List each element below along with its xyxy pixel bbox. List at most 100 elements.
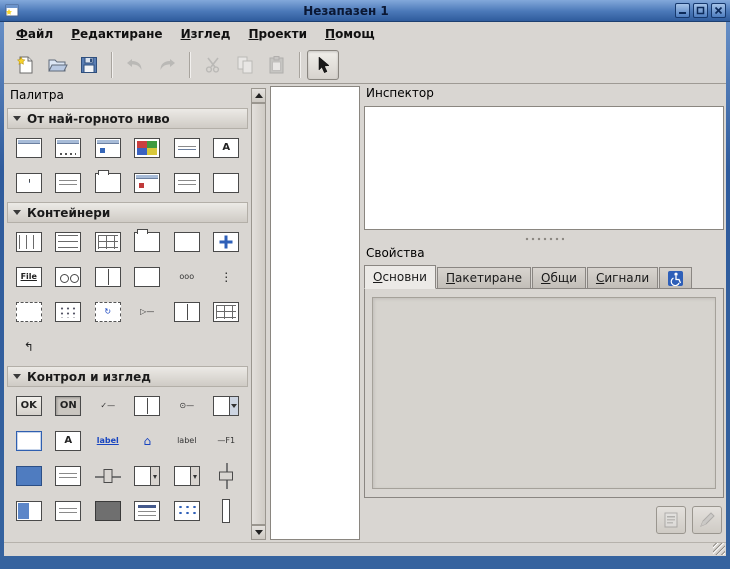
image-item[interactable] — [9, 461, 49, 491]
new-file-button[interactable] — [9, 50, 41, 80]
button-item[interactable]: OK — [9, 391, 49, 421]
hscale-icon — [95, 468, 121, 484]
scrolled-window-item[interactable] — [9, 297, 49, 327]
hbox-item[interactable] — [9, 227, 49, 257]
palette-icon-label: ⊙— — [179, 402, 194, 410]
vseparator-item[interactable] — [207, 496, 247, 526]
fixed-item[interactable] — [207, 227, 247, 257]
palette-scrollbar[interactable] — [251, 88, 266, 540]
copy-button[interactable] — [229, 50, 261, 80]
icon-view-item[interactable] — [49, 297, 89, 327]
cut-button[interactable] — [197, 50, 229, 80]
combo-box-item[interactable] — [207, 391, 247, 421]
tab-packing[interactable]: Пакетиране — [437, 267, 531, 288]
viewport-item[interactable]: ↻ — [88, 297, 128, 327]
menu-file[interactable]: Файл — [7, 24, 62, 44]
scrollbar-thumb[interactable] — [251, 103, 266, 525]
edit-button[interactable] — [692, 506, 722, 534]
radio-button-item[interactable]: ⊙— — [167, 391, 207, 421]
spin-button-item[interactable] — [128, 461, 168, 491]
paned-v-item[interactable] — [207, 297, 247, 327]
notebook-item[interactable] — [128, 227, 168, 257]
text-entry-item[interactable]: A — [49, 426, 89, 456]
file-chooser-dialog-item[interactable] — [167, 133, 207, 163]
drawing-area-item[interactable] — [88, 496, 128, 526]
paste-button[interactable] — [261, 50, 293, 80]
hpaned-item[interactable] — [88, 262, 128, 292]
message-dialog-item[interactable] — [88, 133, 128, 163]
info-button[interactable] — [656, 506, 686, 534]
palette-section-header[interactable]: Контейнери — [7, 202, 248, 223]
home-button-item[interactable]: ⌂ — [128, 426, 168, 456]
maximize-button[interactable] — [693, 3, 708, 18]
file-chooser-widget-item[interactable] — [167, 168, 207, 198]
menubar-item[interactable]: File — [9, 262, 49, 292]
dialog-item[interactable] — [49, 133, 89, 163]
menu-small-item[interactable] — [128, 496, 168, 526]
assistant-item[interactable] — [88, 168, 128, 198]
label-item[interactable]: label — [167, 426, 207, 456]
vbox-item[interactable] — [49, 227, 89, 257]
text-view-item[interactable] — [49, 461, 89, 491]
minimize-button[interactable] — [675, 3, 690, 18]
recent-chooser-dialog-item[interactable] — [128, 168, 168, 198]
progress-bar-item[interactable] — [9, 496, 49, 526]
statusbar-item[interactable] — [49, 496, 89, 526]
frame-item[interactable] — [167, 227, 207, 257]
menu-view[interactable]: Изглед — [172, 24, 240, 44]
scrollbar-item[interactable] — [167, 461, 207, 491]
color-selection-dialog-item[interactable] — [128, 133, 168, 163]
cell-view-item[interactable] — [128, 391, 168, 421]
expander-item[interactable]: ▷— — [128, 297, 168, 327]
hpaned-icon — [95, 267, 121, 287]
radio-button-icon: ⊙— — [174, 396, 200, 416]
accel-label-item[interactable]: —F1 — [207, 426, 247, 456]
input-dialog-item[interactable] — [9, 168, 49, 198]
hscale-item[interactable] — [88, 461, 128, 491]
plain-window-item[interactable] — [207, 168, 247, 198]
text-view-icon — [55, 466, 81, 486]
menu-projects[interactable]: Проекти — [239, 24, 316, 44]
tab-common[interactable]: Общи — [532, 267, 586, 288]
about-dialog-item[interactable] — [49, 168, 89, 198]
tab-accessibility[interactable] — [659, 267, 692, 288]
palette-icon-label: ↻ — [104, 308, 111, 316]
menu-help[interactable]: Помощ — [316, 24, 384, 44]
vbuttonbox-item[interactable]: ⋮ — [207, 262, 247, 292]
toggle-button-item[interactable]: ON — [49, 391, 89, 421]
layout-item[interactable]: ↰ — [9, 332, 49, 362]
hbuttonbox-icon: ooo — [174, 267, 200, 287]
inspector-title: Инспектор — [364, 86, 724, 102]
link-button-item[interactable]: label — [88, 426, 128, 456]
save-file-button[interactable] — [73, 50, 105, 80]
menu-edit[interactable]: Редактиране — [62, 24, 171, 44]
entry-item[interactable] — [9, 426, 49, 456]
font-selection-dialog-item[interactable]: A — [207, 133, 247, 163]
hbuttonbox-item[interactable]: ooo — [167, 262, 207, 292]
icon-grid-item[interactable] — [167, 496, 207, 526]
inspector-view[interactable] — [364, 106, 724, 230]
handlebox-item[interactable] — [128, 262, 168, 292]
tab-signals[interactable]: Сигнали — [587, 267, 658, 288]
vscale-item[interactable] — [207, 461, 247, 491]
open-file-button[interactable] — [41, 50, 73, 80]
check-button-item[interactable]: ✓— — [88, 391, 128, 421]
title-bar[interactable]: Незапазен 1 — [0, 0, 730, 22]
resize-grip[interactable] — [713, 543, 725, 555]
table-item[interactable] — [88, 227, 128, 257]
undo-button[interactable] — [119, 50, 151, 80]
paned-handle[interactable] — [524, 236, 564, 242]
palette-section-header[interactable]: Контрол и изглед — [7, 366, 248, 387]
palette-section-header[interactable]: От най-горното ниво — [7, 108, 248, 129]
paned-h-item[interactable] — [167, 297, 207, 327]
tab-general[interactable]: Основни — [364, 265, 436, 289]
scroll-up-button[interactable] — [251, 88, 266, 103]
window-item[interactable] — [9, 133, 49, 163]
design-canvas[interactable] — [270, 86, 360, 540]
selector-button[interactable] — [307, 50, 339, 80]
scroll-down-button[interactable] — [251, 525, 266, 540]
close-button[interactable] — [711, 3, 726, 18]
palette-icon-label: label — [177, 437, 196, 445]
redo-button[interactable] — [151, 50, 183, 80]
toolbar-item[interactable] — [49, 262, 89, 292]
